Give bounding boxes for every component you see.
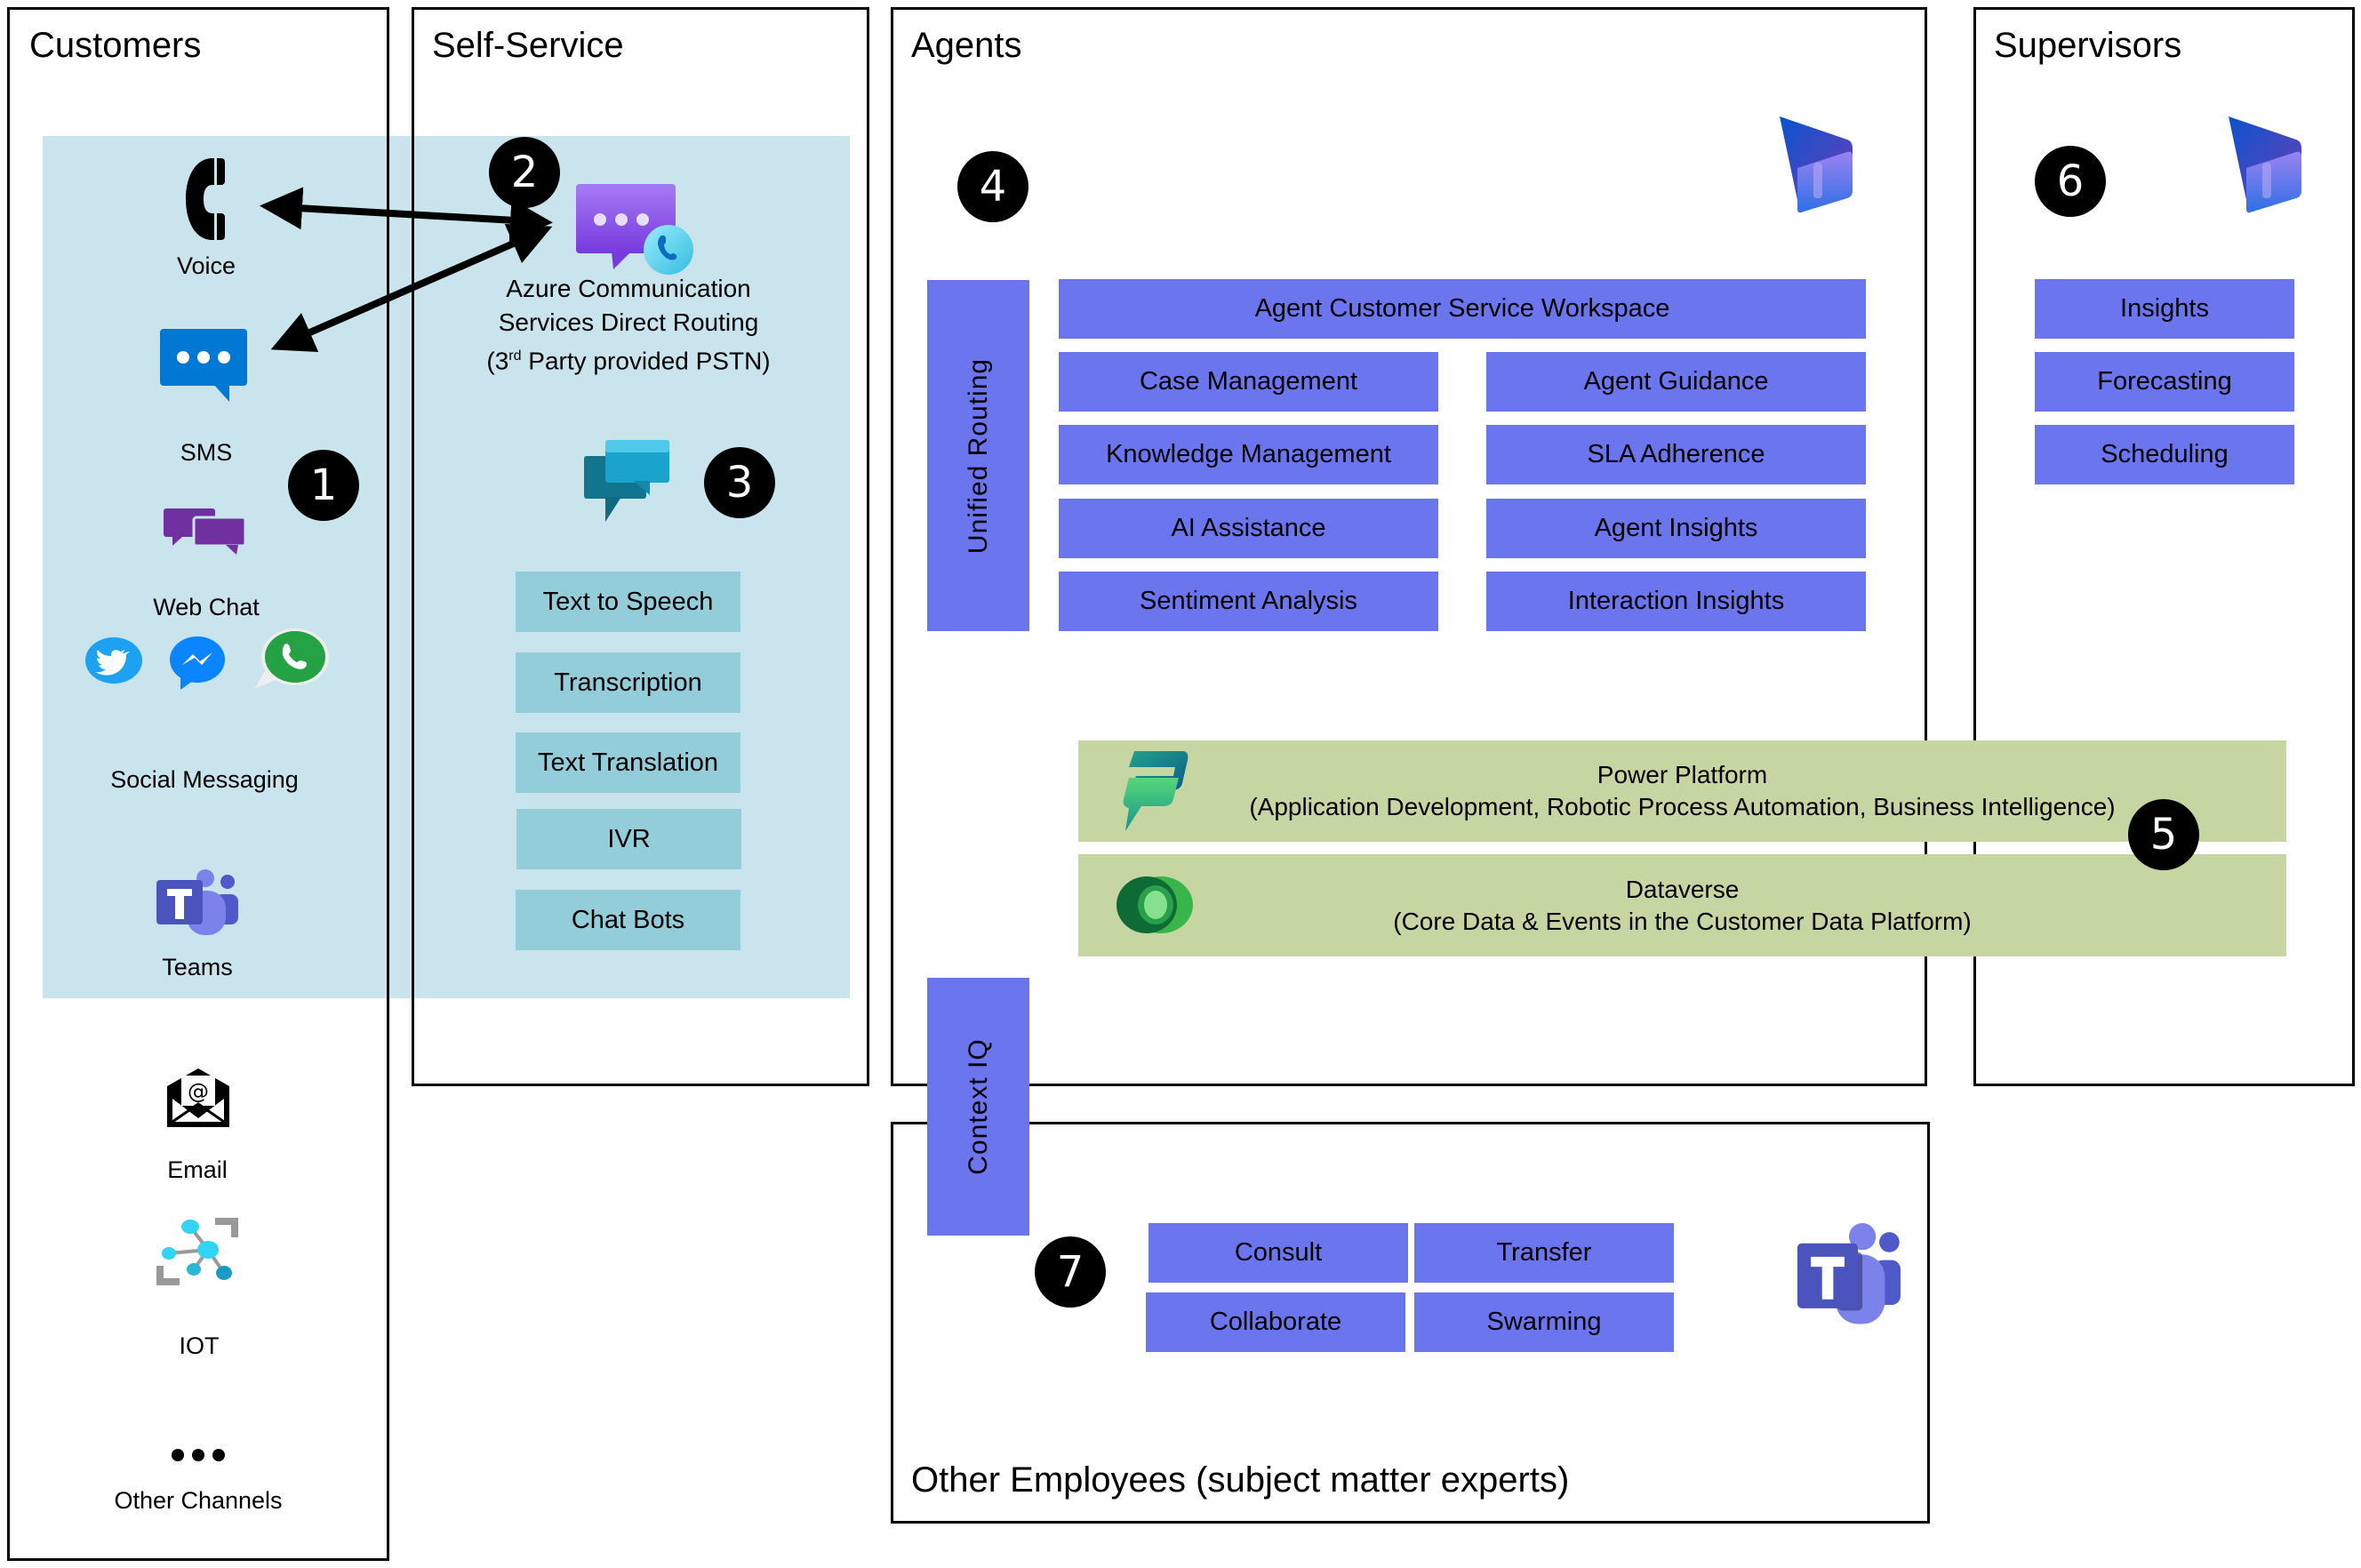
- other-channels-label: Other Channels: [114, 1487, 283, 1514]
- more-channels-icon: [172, 1449, 225, 1461]
- power-platform-subtitle: (Application Development, Robotic Proces…: [1249, 793, 2116, 820]
- twitter-icon: [85, 637, 142, 684]
- agent-capability-tile: Case Management: [1059, 352, 1438, 412]
- self-service-item: Chat Bots: [516, 890, 740, 950]
- acs-description: Azure Communication Services Direct Rout…: [486, 272, 770, 378]
- acs-line-1: Azure Communication: [506, 275, 751, 302]
- agent-capability-tile: Sentiment Analysis: [1059, 572, 1438, 631]
- context-iq-bar: Context IQ: [927, 978, 1029, 1236]
- context-iq-label: Context IQ: [963, 1038, 993, 1175]
- agent-capability-tile: SLA Adherence: [1486, 425, 1866, 484]
- badge-3: 3: [704, 447, 775, 518]
- iot-icon: [156, 1218, 238, 1285]
- supervisor-item: Forecasting: [2035, 352, 2294, 412]
- badge-4: 4: [957, 151, 1028, 222]
- unified-routing-bar: Unified Routing: [927, 280, 1029, 631]
- collaboration-item: Swarming: [1414, 1292, 1674, 1352]
- agent-capability-tile: Knowledge Management: [1059, 425, 1438, 484]
- unified-routing-label: Unified Routing: [963, 357, 993, 554]
- web-chat-icon: [164, 508, 247, 555]
- teams-channel-label: Teams: [162, 954, 233, 980]
- dynamics-365-supervisor-icon: [2229, 116, 2301, 213]
- self-service-item: Text Translation: [516, 732, 740, 793]
- email-label: Email: [167, 1156, 228, 1183]
- badge-2: 2: [489, 137, 560, 208]
- power-platform-band: Power Platform (Application Development,…: [1078, 740, 2286, 842]
- agent-capability-tile: Agent Guidance: [1486, 352, 1866, 412]
- web-chat-label: Web Chat: [153, 594, 260, 620]
- power-platform-icon: [1123, 751, 1189, 831]
- other-employees-title: Other Employees (subject matter experts): [911, 1460, 1570, 1500]
- whatsapp-icon: [254, 628, 329, 689]
- email-icon: @: [167, 1068, 229, 1127]
- self-service-item: Text to Speech: [516, 572, 740, 632]
- dynamics-365-icon: [1780, 116, 1853, 213]
- other-employees-panel: Other Employees (subject matter experts): [891, 1122, 1930, 1524]
- supervisor-item: Insights: [2035, 279, 2294, 339]
- collaboration-item: Collaborate: [1146, 1292, 1405, 1352]
- azure-communication-services-icon: [576, 184, 693, 275]
- teams-icon: [1797, 1223, 1901, 1324]
- badge-6: 6: [2035, 146, 2106, 217]
- dataverse-title: Dataverse: [1625, 875, 1740, 903]
- chat-bot-service-icon: [584, 440, 669, 522]
- acs-line-3: (3rd Party provided PSTN): [486, 347, 771, 375]
- badge-7: 7: [1035, 1236, 1106, 1308]
- power-platform-title: Power Platform: [1597, 761, 1768, 788]
- agent-workspace-tile: Agent Customer Service Workspace: [1059, 279, 1866, 339]
- messenger-icon: [170, 636, 225, 690]
- badge-5: 5: [2128, 799, 2199, 870]
- collaboration-item: Transfer: [1414, 1223, 1674, 1283]
- iot-label: IOT: [179, 1332, 220, 1359]
- supervisor-item: Scheduling: [2035, 425, 2294, 484]
- dataverse-band: Dataverse (Core Data & Events in the Cus…: [1078, 854, 2286, 956]
- acs-line-2: Services Direct Routing: [498, 308, 759, 336]
- teams-channel-icon: [156, 869, 238, 935]
- agent-capability-tile: Interaction Insights: [1486, 572, 1866, 631]
- agent-capability-tile: Agent Insights: [1486, 499, 1866, 558]
- dataverse-subtitle: (Core Data & Events in the Customer Data…: [1393, 907, 1972, 935]
- supervisors-title: Supervisors: [1994, 26, 2182, 65]
- self-service-item: IVR: [516, 809, 741, 869]
- voice-acs-arrow: [260, 187, 553, 242]
- dataverse-icon: [1116, 876, 1193, 933]
- collaboration-item: Consult: [1148, 1223, 1408, 1283]
- social-messaging-label: Social Messaging: [110, 766, 299, 793]
- svg-text:@: @: [188, 1079, 209, 1104]
- agents-title: Agents: [911, 26, 1022, 65]
- self-service-item: Transcription: [516, 652, 740, 713]
- badge-1: 1: [288, 450, 359, 521]
- agent-capability-tile: AI Assistance: [1059, 499, 1438, 558]
